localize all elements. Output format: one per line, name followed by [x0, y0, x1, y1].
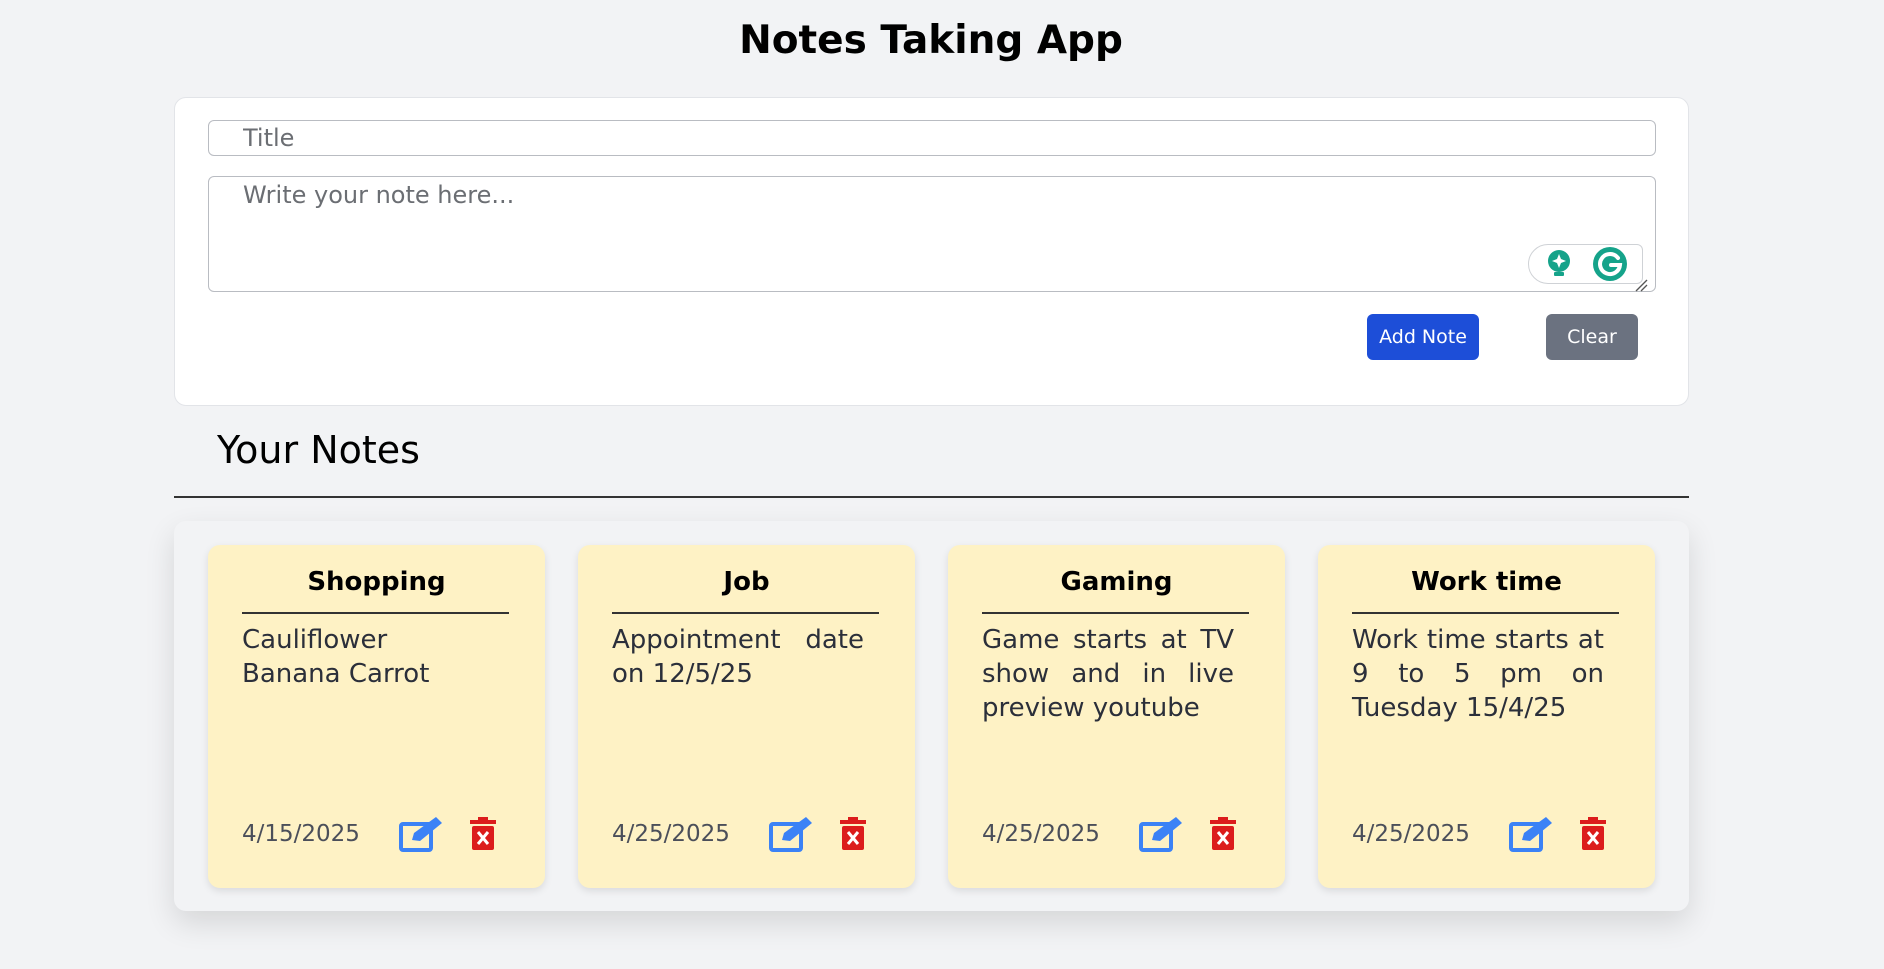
- note-body: Game starts at TV show and in live previ…: [982, 625, 1234, 723]
- note-textarea[interactable]: [208, 176, 1656, 292]
- note-date: 4/25/2025: [612, 821, 730, 847]
- note-divider: [1352, 612, 1619, 614]
- trash-icon[interactable]: [1208, 817, 1238, 851]
- notes-panel: Shopping Cauliflower Banana Carrot 4/15/…: [174, 521, 1689, 911]
- trash-icon[interactable]: [838, 817, 868, 851]
- trash-icon[interactable]: [1578, 817, 1608, 851]
- section-divider: [174, 496, 1689, 498]
- notes-heading: Your Notes: [217, 428, 420, 472]
- app-title: Notes Taking App: [739, 18, 1123, 63]
- trash-icon[interactable]: [468, 817, 498, 851]
- edit-icon[interactable]: [1138, 815, 1190, 853]
- clear-button[interactable]: Clear: [1546, 314, 1638, 360]
- note-body: Cauliflower Banana Carrot: [242, 625, 430, 689]
- edit-icon[interactable]: [1508, 815, 1560, 853]
- lightbulb-icon[interactable]: [1543, 248, 1575, 280]
- note-date: 4/25/2025: [1352, 821, 1470, 847]
- note-form: Add Note Clear: [174, 97, 1689, 406]
- note-divider: [242, 612, 509, 614]
- add-note-button[interactable]: Add Note: [1367, 314, 1479, 360]
- edit-icon[interactable]: [398, 815, 450, 853]
- note-date: 4/15/2025: [242, 821, 360, 847]
- note-divider: [612, 612, 879, 614]
- title-input[interactable]: [208, 120, 1656, 156]
- note-card: Gaming Game starts at TV show and in liv…: [948, 545, 1285, 888]
- note-card: Work time Work time starts at 9 to 5 pm …: [1318, 545, 1655, 888]
- grammarly-icon[interactable]: [1592, 246, 1628, 282]
- note-card: Job Appointment date on 12/5/25 4/25/202…: [578, 545, 915, 888]
- note-title: Job: [723, 567, 770, 597]
- note-title: Gaming: [1060, 567, 1173, 597]
- grammarly-widget[interactable]: [1528, 244, 1643, 284]
- edit-icon[interactable]: [768, 815, 820, 853]
- note-body: Appointment date on 12/5/25: [612, 625, 864, 689]
- note-body: Work time starts at 9 to 5 pm on Tuesday…: [1352, 625, 1604, 723]
- note-divider: [982, 612, 1249, 614]
- note-title: Work time: [1411, 567, 1562, 597]
- note-title: Shopping: [307, 567, 446, 597]
- resize-handle-icon[interactable]: [1634, 278, 1648, 292]
- note-card: Shopping Cauliflower Banana Carrot 4/15/…: [208, 545, 545, 888]
- note-date: 4/25/2025: [982, 821, 1100, 847]
